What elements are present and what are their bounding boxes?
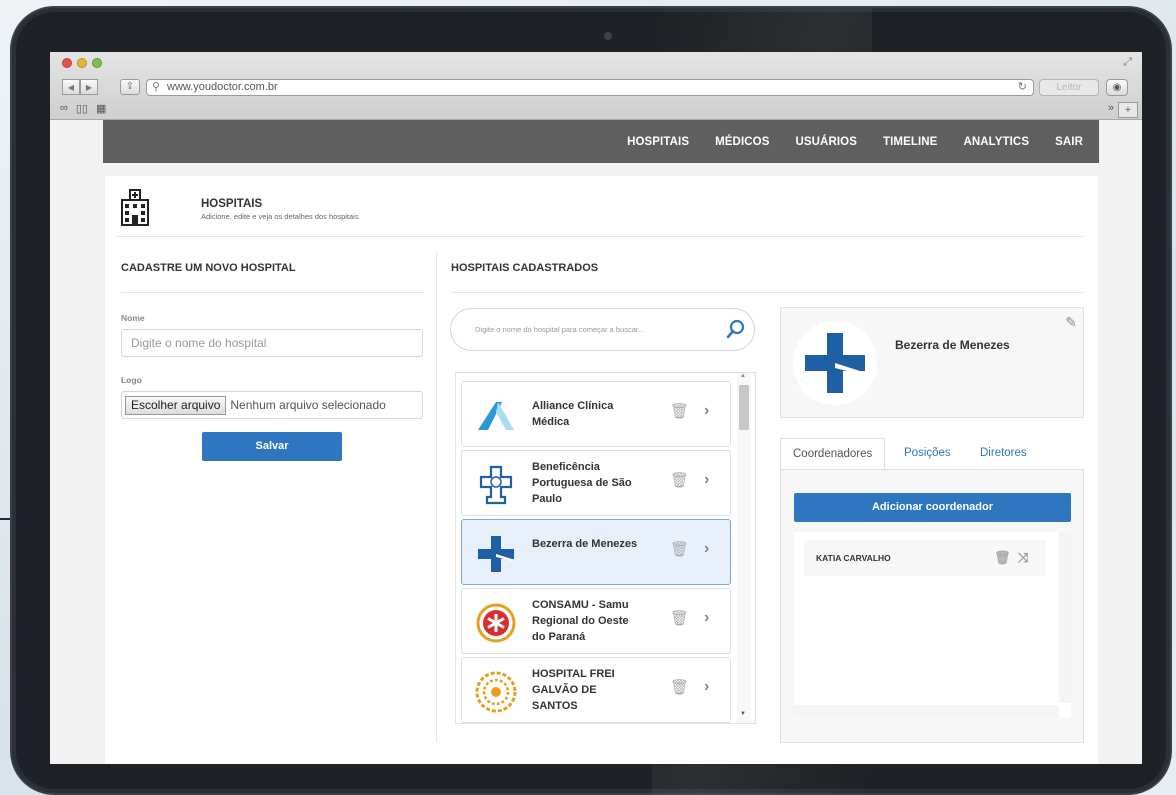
list-divider <box>451 292 1084 293</box>
fullscreen-icon[interactable]: ⤢ <box>1123 56 1132 69</box>
browser-chrome: ⤢ ◀ ▶ ⇪ ⚲ www.youdoctor.com.br ↻ Leitor … <box>50 52 1142 120</box>
beneficencia-logo-icon <box>479 465 513 505</box>
main-card: HOSPITAIS Adicione, edite e veja os deta… <box>105 176 1098 764</box>
hospital-search-input[interactable]: Digite o nome do hospital para começar a… <box>450 308 755 351</box>
list-item[interactable]: HOSPITAL FREI GALVÃO DE SANTOS 🗑 › <box>461 657 731 723</box>
chevron-right-icon[interactable]: › <box>704 678 709 696</box>
zoom-window-button[interactable] <box>92 58 102 68</box>
name-label: Nome <box>121 313 145 323</box>
nav-analytics[interactable]: ANALYTICS <box>963 136 1029 148</box>
chevron-right-icon[interactable]: › <box>704 402 709 420</box>
chevron-right-icon[interactable]: › <box>704 471 709 489</box>
tab-diretores[interactable]: Diretores <box>968 438 1039 470</box>
scrollbar-thumb[interactable] <box>739 385 749 430</box>
scroll-down-icon[interactable]: ▼ <box>740 711 746 717</box>
search-icon: ⚲ <box>152 81 161 93</box>
url-text: www.youdoctor.com.br <box>167 81 278 93</box>
new-hospital-title: CADASTRE UM NOVO HOSPITAL <box>121 262 296 274</box>
add-coordinator-button[interactable]: Adicionar coordenador <box>794 493 1071 522</box>
scroll-up-icon[interactable]: ▲ <box>740 373 746 379</box>
trash-icon[interactable]: 🗑 <box>670 609 689 627</box>
tab-posicoes[interactable]: Posições <box>892 438 963 470</box>
forward-button[interactable]: ▶ <box>80 79 98 95</box>
nav-medicos[interactable]: MÉDICOS <box>715 136 769 148</box>
column-divider <box>436 252 437 742</box>
browser-window: ⤢ ◀ ▶ ⇪ ⚲ www.youdoctor.com.br ↻ Leitor … <box>50 52 1142 764</box>
trash-icon[interactable]: 🗑 <box>670 471 689 489</box>
hospital-building-icon <box>121 189 149 226</box>
consamu-logo-icon <box>476 603 516 643</box>
trash-icon[interactable]: 🗑 <box>670 402 689 420</box>
registered-hospitals-title: HOSPITAIS CADASTRADOS <box>451 262 599 274</box>
bezerra-logo-icon <box>478 536 514 572</box>
list-item[interactable]: Alliance Clínica Médica 🗑 › <box>461 381 731 447</box>
close-window-button[interactable] <box>62 58 72 68</box>
hospital-name: Beneficência Portuguesa de São Paulo <box>532 461 632 505</box>
logo-label: Logo <box>121 375 142 385</box>
edit-icon[interactable]: ✎ <box>1065 314 1077 331</box>
reload-icon[interactable]: ↻ <box>1018 80 1027 95</box>
list-scrollbar[interactable]: ▲ ▼ <box>737 373 751 723</box>
page-subtitle: Adicione, edite e veja os detalhes dos h… <box>201 212 359 221</box>
camera-icon <box>604 32 612 40</box>
reader-button[interactable]: Leitor <box>1039 79 1099 96</box>
vertical-scrollbar[interactable] <box>1059 532 1071 703</box>
search-icon[interactable] <box>726 319 746 339</box>
tab-coordenadores[interactable]: Coordenadores <box>780 438 886 470</box>
list-item[interactable]: Bezerra de Menezes 🗑 › <box>461 519 731 585</box>
shuffle-icon[interactable]: ⤨ <box>1018 540 1028 576</box>
coordinator-name: KATIA CARVALHO <box>816 553 891 563</box>
chevron-right-icon[interactable]: › <box>704 540 709 558</box>
frei-galvao-logo-icon <box>475 671 517 713</box>
nav-usuarios[interactable]: USUÁRIOS <box>795 136 857 148</box>
selected-hospital-name: Bezerra de Menezes <box>895 338 1010 352</box>
hospital-name: Alliance Clínica Médica <box>532 400 614 428</box>
trash-icon[interactable]: 🗑 <box>670 678 689 696</box>
top-sites-icon[interactable]: ▦ <box>96 102 106 115</box>
top-navbar: HOSPITAIS MÉDICOS USUÁRIOS TIMELINE ANAL… <box>103 120 1099 163</box>
address-bar[interactable]: ⚲ www.youdoctor.com.br ↻ <box>146 79 1034 96</box>
minimize-window-button[interactable] <box>77 58 87 68</box>
history-buttons: ◀ ▶ <box>62 79 98 95</box>
window-controls <box>62 58 102 68</box>
share-button[interactable]: ⇪ <box>120 79 140 95</box>
choose-file-button[interactable]: Escolher arquivo <box>125 395 227 415</box>
bezerra-logo-icon <box>793 321 877 405</box>
hospital-detail-card: Bezerra de Menezes ✎ <box>780 307 1084 418</box>
logo-file-input[interactable]: Escolher arquivo Nenhum arquivo selecion… <box>121 391 423 419</box>
list-item[interactable]: Beneficência Portuguesa de São Paulo 🗑 › <box>461 450 731 516</box>
downloads-button[interactable]: ◉ <box>1106 79 1128 96</box>
header-divider <box>117 236 1084 237</box>
coordinators-list: KATIA CARVALHO 🗑 ⤨ <box>794 532 1071 717</box>
hospital-name: HOSPITAL FREI GALVÃO DE SANTOS <box>532 668 615 712</box>
hospital-list: Alliance Clínica Médica 🗑 › Beneficência… <box>455 372 756 724</box>
form-divider <box>121 292 424 293</box>
nav-hospitais[interactable]: HOSPITAIS <box>627 136 689 148</box>
list-item[interactable]: CONSAMU - Samu Regional do Oeste do Para… <box>461 588 731 654</box>
alliance-logo-icon <box>478 402 514 430</box>
page-title: HOSPITAIS <box>201 198 263 210</box>
nav-timeline[interactable]: TIMELINE <box>883 136 937 148</box>
bookmarks-icon[interactable]: ▯▯ <box>76 102 88 115</box>
reading-list-icon[interactable]: ∞ <box>60 102 68 115</box>
new-tab-button[interactable]: + <box>1118 102 1138 118</box>
detail-tabs: Coordenadores Posições Diretores <box>780 438 1084 470</box>
hospital-name: Bezerra de Menezes <box>532 538 638 550</box>
hospital-name: CONSAMU - Samu Regional do Oeste do Para… <box>532 599 629 643</box>
trash-icon[interactable]: 🗑 <box>994 540 1011 576</box>
search-placeholder: Digite o nome do hospital para começar a… <box>475 325 645 334</box>
hospital-name-input[interactable]: Digite o nome do hospital <box>121 329 423 357</box>
coordinators-panel: Adicionar coordenador KATIA CARVALHO 🗑 ⤨ <box>780 469 1084 743</box>
web-page: HOSPITAIS MÉDICOS USUÁRIOS TIMELINE ANAL… <box>50 120 1142 764</box>
back-button[interactable]: ◀ <box>62 79 80 95</box>
more-bookmarks-icon[interactable]: » <box>1108 102 1114 114</box>
file-status: Nenhum arquivo selecionado <box>230 398 386 412</box>
list-item[interactable]: KATIA CARVALHO 🗑 ⤨ <box>804 540 1046 576</box>
trash-icon[interactable]: 🗑 <box>670 540 689 558</box>
save-button[interactable]: Salvar <box>202 432 342 461</box>
horizontal-scrollbar[interactable] <box>794 705 1059 717</box>
chevron-right-icon[interactable]: › <box>704 609 709 627</box>
bookmarks-bar: ∞ ▯▯ ▦ <box>60 102 106 115</box>
nav-sair[interactable]: SAIR <box>1055 136 1083 148</box>
